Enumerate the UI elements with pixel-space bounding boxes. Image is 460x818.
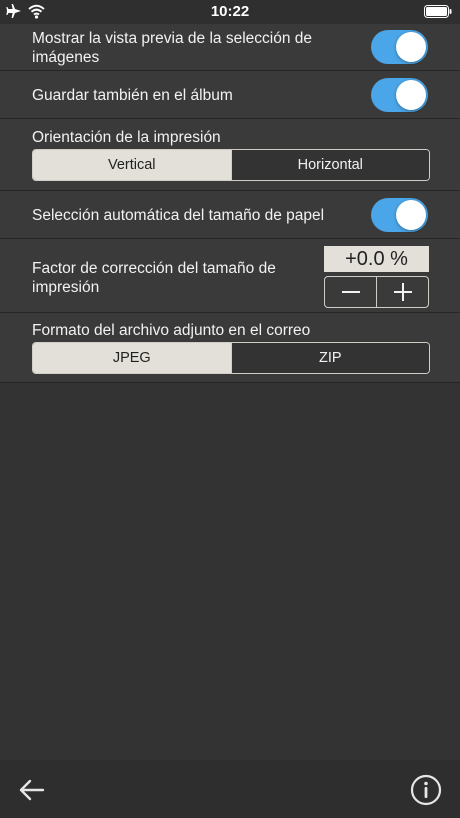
status-bar: 10:22 xyxy=(0,0,460,24)
orientation-option-horizontal[interactable]: Horizontal xyxy=(230,150,429,180)
back-arrow-icon xyxy=(19,779,45,801)
orientation-segmented-control: Vertical Horizontal xyxy=(32,149,430,181)
increase-button[interactable] xyxy=(376,277,428,307)
save-to-album-label: Guardar también en el álbum xyxy=(32,87,233,104)
toggle-knob xyxy=(396,80,426,110)
status-time: 10:22 xyxy=(210,3,250,20)
mail-attachment-segmented-control: JPEG ZIP xyxy=(32,342,430,374)
show-preview-label: Mostrar la vista previa de la selección … xyxy=(32,30,312,66)
back-button[interactable] xyxy=(18,776,46,804)
decrease-button[interactable] xyxy=(325,277,376,307)
setting-row-save-to-album: Guardar también en el álbum xyxy=(0,71,460,119)
plus-icon xyxy=(393,283,412,301)
setting-row-auto-paper-size: Selección automática del tamaño de papel xyxy=(0,191,460,239)
size-correction-stepper xyxy=(324,276,429,308)
auto-paper-size-label: Selección automática del tamaño de papel xyxy=(32,207,325,224)
attachment-option-jpeg[interactable]: JPEG xyxy=(33,343,231,373)
setting-row-orientation: Orientación de la impresión Vertical Hor… xyxy=(0,119,460,191)
setting-row-size-correction: Factor de corrección del tamaño de impre… xyxy=(0,239,460,313)
attachment-option-zip[interactable]: ZIP xyxy=(230,343,429,373)
setting-row-show-preview: Mostrar la vista previa de la selección … xyxy=(0,24,460,71)
show-preview-toggle[interactable] xyxy=(371,30,428,64)
info-button[interactable] xyxy=(410,774,442,806)
setting-row-mail-attachment: Formato del archivo adjunto en el correo… xyxy=(0,313,460,383)
battery-icon xyxy=(424,5,452,18)
bottom-toolbar xyxy=(0,760,460,818)
minus-icon xyxy=(341,291,360,293)
save-to-album-toggle[interactable] xyxy=(371,78,428,112)
size-correction-value: +0.0 % xyxy=(324,246,429,272)
toggle-knob xyxy=(396,200,426,230)
mail-attachment-label: Formato del archivo adjunto en el correo xyxy=(32,322,311,339)
info-icon xyxy=(410,774,442,806)
toggle-knob xyxy=(396,32,426,62)
auto-paper-size-toggle[interactable] xyxy=(371,198,428,232)
orientation-label: Orientación de la impresión xyxy=(32,129,221,146)
settings-list: Mostrar la vista previa de la selección … xyxy=(0,24,460,383)
size-correction-label: Factor de corrección del tamaño de impre… xyxy=(32,260,276,296)
orientation-option-vertical[interactable]: Vertical xyxy=(33,150,231,180)
